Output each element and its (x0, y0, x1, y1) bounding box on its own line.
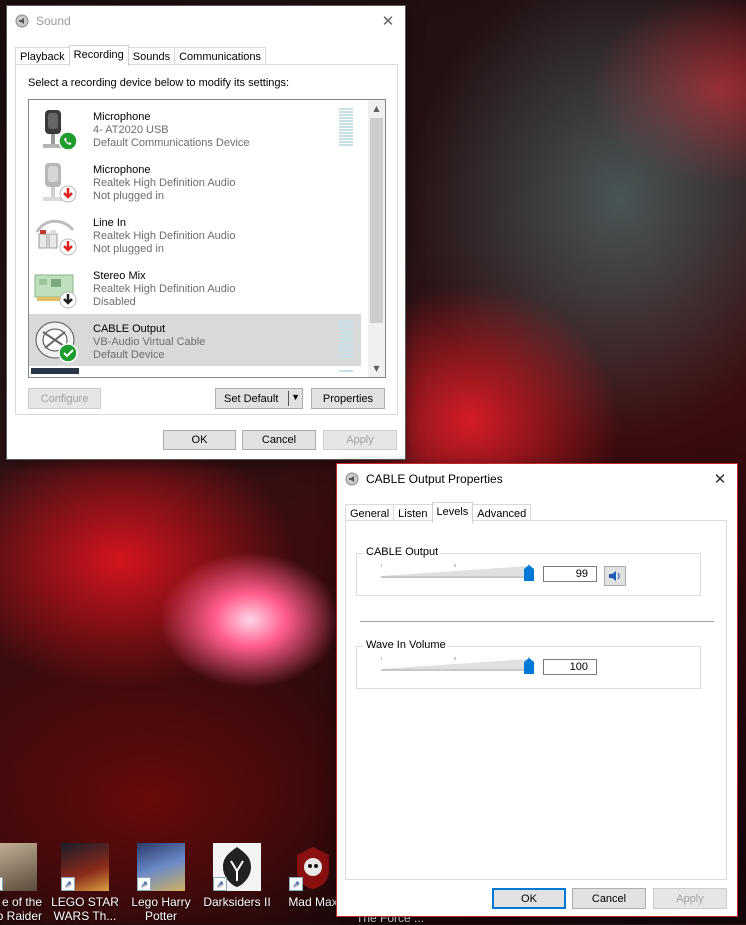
device-name: CABLE Output (93, 323, 166, 335)
wave-in-level-group: Wave In Volume 100 (356, 639, 701, 689)
shortcut-arrow-icon: ↗ (0, 877, 3, 891)
partial-device-icon (31, 368, 79, 374)
tab-recording[interactable]: Recording (68, 45, 129, 66)
slider-thumb[interactable] (524, 658, 534, 674)
apply-button[interactable]: Apply (653, 888, 727, 909)
lego-harry-potter-icon: ↗ (137, 843, 185, 891)
desktop-icon[interactable]: ↗ LEGO STAR WARS Th... (50, 843, 120, 923)
microphone-icon (43, 110, 78, 151)
scroll-thumb[interactable] (370, 118, 383, 323)
desktop-icon[interactable]: ↗ e of the b Raider (0, 843, 48, 923)
device-status: Default Communications Device (93, 137, 250, 149)
volume-slider[interactable] (380, 657, 534, 674)
partial-level-meter (339, 370, 353, 372)
sound-title: Sound (36, 14, 71, 28)
ok-button[interactable]: OK (492, 888, 566, 909)
cable-titlebar[interactable]: CABLE Output Properties ✕ (337, 464, 737, 494)
configure-button[interactable]: Configure (28, 388, 101, 409)
sound-dialog: Sound ✕ Playback Recording Sounds Commun… (7, 6, 405, 459)
device-driver: Realtek High Definition Audio (93, 177, 236, 189)
level-meter (339, 320, 353, 360)
rca-cable-icon (35, 219, 77, 256)
shortcut-arrow-icon: ↗ (137, 877, 151, 891)
darksiders-icon: ↗ (213, 843, 261, 891)
levels-panel: CABLE Output 99 Wave In Volume 100 (345, 520, 727, 880)
scroll-down-icon[interactable]: ▼ (368, 360, 385, 377)
list-item[interactable]: Line In Realtek High Definition Audio No… (29, 208, 361, 260)
cable-output-level-group: CABLE Output 99 (356, 546, 701, 596)
level-meter (339, 108, 353, 148)
shortcut-arrow-icon: ↗ (289, 877, 303, 891)
desktop-icon-label: Darksiders II (203, 895, 271, 909)
device-status: Not plugged in (93, 243, 164, 255)
close-icon[interactable]: ✕ (377, 10, 399, 32)
desktop-icon[interactable]: ↗ Lego Harry Potter (126, 843, 196, 923)
ok-button[interactable]: OK (163, 430, 236, 450)
chevron-down-icon[interactable]: ▼ (291, 392, 300, 402)
desktop-icon-label: e of the b Raider (0, 895, 42, 923)
device-driver: Realtek High Definition Audio (93, 230, 236, 242)
device-list-scrollbar[interactable]: ▲ ▼ (368, 100, 385, 377)
lego-star-wars-icon: ↗ (61, 843, 109, 891)
mad-max-icon: ↗ (289, 843, 337, 891)
set-default-label: Set Default (224, 392, 279, 405)
tab-levels[interactable]: Levels (431, 502, 474, 523)
properties-button[interactable]: Properties (311, 388, 385, 409)
sound-tabs: Playback Recording Sounds Communications (15, 45, 267, 68)
speaker-icon (609, 571, 620, 581)
device-status: Disabled (93, 296, 136, 308)
microphone-icon (43, 163, 77, 203)
device-driver: Realtek High Definition Audio (93, 283, 236, 295)
level-value-field[interactable]: 100 (543, 659, 597, 675)
split-divider (288, 391, 289, 406)
desktop-icon-label: LEGO STAR WARS Th... (51, 895, 119, 923)
tomb-raider-icon: ↗ (0, 843, 37, 891)
sound-card-icon (34, 274, 77, 309)
device-name: Stereo Mix (93, 270, 146, 282)
cancel-button[interactable]: Cancel (242, 430, 316, 450)
device-status: Default Device (93, 349, 165, 361)
device-list[interactable]: Microphone 4- AT2020 USB Default Communi… (28, 99, 386, 378)
slider-track-graphic (380, 564, 530, 578)
desktop-icon-label: Lego Harry Potter (131, 895, 191, 923)
speaker-app-icon (345, 472, 359, 486)
level-label: Wave In Volume (363, 639, 449, 651)
list-item[interactable]: Microphone Realtek High Definition Audio… (29, 155, 361, 207)
volume-slider[interactable] (380, 564, 534, 581)
cancel-button[interactable]: Cancel (572, 888, 646, 909)
list-item[interactable]: CABLE Output VB-Audio Virtual Cable Defa… (29, 314, 361, 366)
mute-button[interactable] (604, 566, 626, 586)
device-driver: VB-Audio Virtual Cable (93, 336, 206, 348)
list-item[interactable]: Stereo Mix Realtek High Definition Audio… (29, 261, 361, 313)
virtual-cable-icon (35, 321, 78, 363)
apply-button[interactable]: Apply (323, 430, 397, 450)
scroll-up-icon[interactable]: ▲ (368, 100, 385, 117)
device-name: Microphone (93, 164, 151, 176)
list-item[interactable]: Microphone 4- AT2020 USB Default Communi… (29, 102, 361, 154)
level-value-field[interactable]: 99 (543, 566, 597, 582)
device-status: Not plugged in (93, 190, 164, 202)
instruction-text: Select a recording device below to modif… (28, 77, 290, 89)
recording-panel: Select a recording device below to modif… (15, 64, 398, 415)
level-label: CABLE Output (363, 546, 442, 558)
close-icon[interactable]: ✕ (709, 468, 731, 490)
shortcut-arrow-icon: ↗ (213, 877, 227, 891)
device-name: Microphone (93, 111, 151, 123)
device-driver: 4- AT2020 USB (93, 124, 169, 136)
cable-output-properties-dialog: CABLE Output Properties ✕ General Listen… (337, 464, 737, 916)
slider-thumb[interactable] (524, 565, 534, 581)
sound-titlebar[interactable]: Sound ✕ (7, 6, 405, 36)
slider-track-graphic (380, 657, 530, 671)
cable-title: CABLE Output Properties (366, 472, 503, 486)
desktop-icon[interactable]: ↗ Darksiders II (202, 843, 272, 909)
set-default-button[interactable]: Set Default ▼ (215, 388, 303, 409)
separator-line (360, 621, 714, 622)
speaker-app-icon (15, 14, 29, 28)
device-name: Line In (93, 217, 127, 229)
shortcut-arrow-icon: ↗ (61, 877, 75, 891)
